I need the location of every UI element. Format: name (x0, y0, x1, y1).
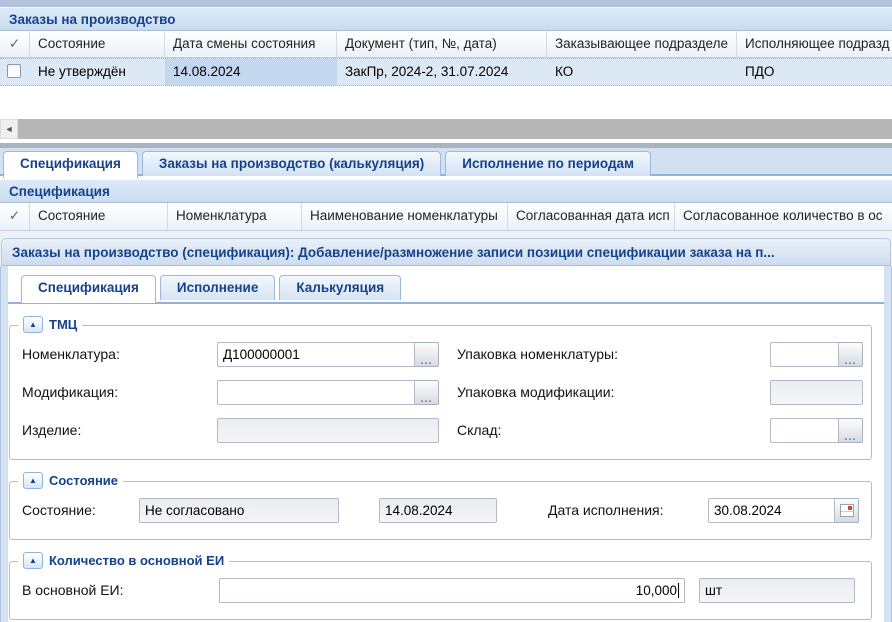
qty-value: 10,000 (636, 583, 677, 598)
window-top-frame (0, 0, 892, 7)
pack-nomenclature-field[interactable] (770, 342, 839, 367)
product-field (217, 418, 439, 443)
nomenclature-lookup-button[interactable]: ... (415, 342, 439, 367)
product-label: Изделие: (16, 422, 217, 438)
dialog-tab-execution[interactable]: Исполнение (160, 275, 275, 300)
qty-label: В основной ЕИ: (16, 582, 219, 598)
fieldset-tmc-legend: ТМЦ (49, 317, 77, 332)
collapse-fieldset-button[interactable]: ▲ (23, 552, 43, 569)
dialog-tab-specification[interactable]: Спецификация (21, 275, 156, 303)
fieldset-qty: ▲ Количество в основной ЕИ В основной ЕИ… (9, 561, 872, 620)
col-spec-state[interactable]: Состояние (30, 203, 168, 230)
check-column-icon[interactable]: ✓ (0, 31, 30, 57)
nomenclature-field[interactable]: Д100000001 (217, 342, 415, 367)
nomenclature-label: Номенклатура: (16, 346, 217, 362)
ellipsis-icon: ... (420, 356, 432, 366)
col-state[interactable]: Состояние (30, 31, 165, 57)
spec-grid-header: ✓ Состояние Номенклатура Наименование но… (0, 203, 892, 231)
modification-label: Модификация: (16, 384, 217, 400)
col-executing-dept[interactable]: Исполняющее подразд (737, 31, 892, 57)
orders-grid-empty-area (0, 86, 892, 119)
warehouse-lookup-button[interactable]: ... (839, 418, 863, 443)
warehouse-label: Склад: (439, 422, 770, 438)
col-nomenclature-name[interactable]: Наименование номенклатуры (302, 203, 508, 230)
app-window: Заказы на производство ✓ Состояние Дата … (0, 0, 892, 622)
fieldset-state-legend: Состояние (49, 473, 118, 488)
exec-date-field[interactable]: 30.08.2024 (708, 498, 835, 523)
fieldset-state: ▲ Состояние Состояние: Не согласовано 14… (9, 481, 872, 540)
pack-modification-field (770, 380, 863, 405)
dialog-tabbar: Спецификация Исполнение Калькуляция (8, 275, 884, 304)
cell-executing-dept[interactable]: ПДО (737, 59, 892, 85)
spec-panel-title: Спецификация (0, 179, 892, 203)
tab-specification[interactable]: Спецификация (3, 151, 138, 178)
cell-document[interactable]: ЗакПр, 2024-2, 31.07.2024 (337, 59, 547, 85)
collapse-fieldset-button[interactable]: ▲ (23, 316, 43, 333)
modification-lookup-button[interactable]: ... (415, 380, 439, 405)
col-state-date[interactable]: Дата смены состояния (165, 31, 337, 57)
state-label: Состояние: (16, 502, 139, 518)
dialog-frame: Спецификация Исполнение Калькуляция ▲ ТМ… (0, 266, 892, 622)
tab-execution-by-periods[interactable]: Исполнение по периодам (445, 151, 651, 176)
collapse-icon: ▲ (29, 476, 37, 485)
exec-date-label: Дата исполнения: (542, 502, 663, 518)
cell-state[interactable]: Не утверждён (30, 59, 165, 85)
pack-nomenclature-lookup-button[interactable]: ... (839, 342, 863, 367)
add-spec-record-dialog: Заказы на производство (спецификация): Д… (0, 231, 892, 622)
state-date-field: 14.08.2024 (379, 498, 497, 523)
modification-field[interactable] (217, 380, 415, 405)
tab-orders-calculation[interactable]: Заказы на производство (калькуляция) (142, 151, 441, 176)
horizontal-scrollbar[interactable]: ◄ (0, 119, 892, 139)
pack-modification-label: Упаковка модификации: (439, 384, 770, 400)
collapse-fieldset-button[interactable]: ▲ (23, 472, 43, 489)
check-column-icon[interactable]: ✓ (0, 203, 30, 230)
row-checkbox-cell[interactable] (0, 59, 30, 85)
collapse-icon: ▲ (29, 320, 37, 329)
unit-field: шт (699, 578, 855, 603)
qty-field[interactable]: 10,000 (219, 578, 685, 603)
scrollbar-thumb[interactable] (18, 119, 892, 139)
col-agreed-qty[interactable]: Согласованное количество в ос (675, 203, 892, 230)
text-cursor (678, 583, 679, 598)
ellipsis-icon: ... (844, 356, 856, 366)
ellipsis-icon: ... (420, 394, 432, 404)
fieldset-tmc: ▲ ТМЦ Номенклатура: Д100000001 ... Упако… (9, 325, 872, 460)
fieldset-qty-legend: Количество в основной ЕИ (49, 553, 224, 568)
dialog-tab-calculation[interactable]: Калькуляция (279, 275, 401, 300)
col-ordering-dept[interactable]: Заказывающее подразделе (547, 31, 737, 57)
row-checkbox[interactable] (7, 64, 21, 78)
pack-nomenclature-label: Упаковка номенклатуры: (439, 346, 770, 362)
scroll-left-icon[interactable]: ◄ (0, 119, 18, 139)
state-field: Не согласовано (139, 498, 339, 523)
cell-state-date[interactable]: 14.08.2024 (165, 59, 337, 85)
col-agreed-date[interactable]: Согласованная дата исп (508, 203, 675, 230)
col-nomenclature[interactable]: Номенклатура (168, 203, 302, 230)
cell-ordering-dept[interactable]: КО (547, 59, 737, 85)
collapse-icon: ▲ (29, 556, 37, 565)
calendar-icon (840, 504, 854, 517)
main-tabbar: Спецификация Заказы на производство (кал… (0, 148, 892, 176)
dialog-body: Спецификация Исполнение Калькуляция ▲ ТМ… (8, 266, 884, 622)
col-document[interactable]: Документ (тип, №, дата) (337, 31, 547, 57)
ellipsis-icon: ... (844, 432, 856, 442)
date-picker-button[interactable] (835, 498, 859, 523)
dialog-title[interactable]: Заказы на производство (спецификация): Д… (1, 238, 891, 266)
orders-panel-title: Заказы на производство (0, 7, 892, 31)
orders-table-row[interactable]: Не утверждён 14.08.2024 ЗакПр, 2024-2, 3… (0, 58, 892, 86)
orders-grid-header: ✓ Состояние Дата смены состояния Докумен… (0, 31, 892, 58)
warehouse-field[interactable] (770, 418, 839, 443)
